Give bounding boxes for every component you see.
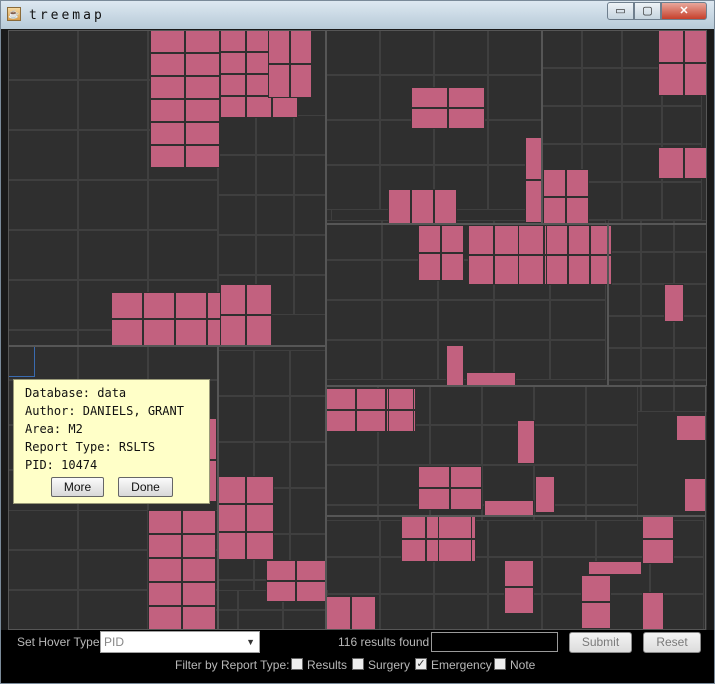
treemap-group xyxy=(218,346,326,630)
java-app-icon: ☕ xyxy=(7,7,21,21)
filter-note-checkbox[interactable] xyxy=(494,658,506,670)
hover-tooltip: Database: data Author: DANIELS, GRANT Ar… xyxy=(13,379,210,504)
hover-type-select[interactable]: PID ▼ xyxy=(100,631,260,653)
done-button[interactable]: Done xyxy=(118,477,173,497)
title-bar: ☕ treemap ▭ ▢ ✕ xyxy=(1,1,714,29)
treemap-group xyxy=(326,386,706,516)
treemap-group xyxy=(326,30,542,224)
reset-button[interactable]: Reset xyxy=(643,632,701,653)
treemap-group xyxy=(326,516,706,630)
filter-note-label: Note xyxy=(510,658,536,672)
filter-surgery-label: Surgery xyxy=(368,658,411,672)
filter-surgery-checkbox[interactable] xyxy=(352,658,364,670)
tooltip-database: Database: data xyxy=(25,386,127,400)
filter-emergency-label: Emergency xyxy=(431,658,492,672)
more-button[interactable]: More xyxy=(51,477,104,497)
tooltip-pid: PID: 10474 xyxy=(25,458,98,472)
chevron-down-icon: ▼ xyxy=(246,637,255,647)
results-count: 116 results found xyxy=(338,635,430,649)
hover-type-label: Set Hover Type: xyxy=(17,635,103,649)
filter-results-label: Results xyxy=(307,658,348,672)
treemap-group xyxy=(8,30,326,346)
close-button[interactable]: ✕ xyxy=(661,2,707,20)
search-input[interactable] xyxy=(431,632,558,652)
treemap-group xyxy=(542,30,707,224)
treemap-window: ☕ treemap ▭ ▢ ✕ Database: data Author: D… xyxy=(0,0,715,684)
minimize-button[interactable]: ▭ xyxy=(607,2,634,20)
filter-label: Filter by Report Type: xyxy=(175,658,290,672)
filter-emergency-checkbox[interactable]: ✓ xyxy=(415,658,427,670)
hover-type-value: PID xyxy=(104,635,125,649)
filter-results-checkbox[interactable] xyxy=(291,658,303,670)
treemap-group xyxy=(608,224,707,386)
treemap-canvas[interactable] xyxy=(8,30,707,630)
tooltip-report-type: Report Type: RSLTS xyxy=(25,440,156,454)
tooltip-author: Author: DANIELS, GRANT xyxy=(25,404,184,418)
treemap-group xyxy=(326,224,608,386)
window-title: treemap xyxy=(29,8,105,23)
submit-button[interactable]: Submit xyxy=(569,632,632,653)
maximize-button[interactable]: ▢ xyxy=(634,2,661,20)
tooltip-area: Area: M2 xyxy=(25,422,83,436)
